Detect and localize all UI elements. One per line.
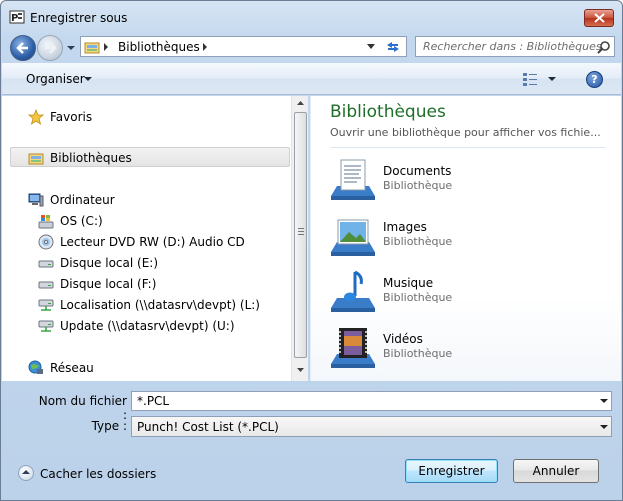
navigation-scrollbar[interactable]	[291, 96, 308, 381]
navigation-pane: Favoris Bibliothèques Ordinateur OS (C:)…	[2, 96, 291, 381]
file-type-value: Punch! Cost List (*.PCL)	[137, 420, 279, 434]
chevron-down-icon[interactable]	[600, 399, 608, 404]
nav-item-drive-c[interactable]: OS (C:)	[38, 212, 288, 230]
scrollbar-thumb[interactable]	[294, 112, 307, 358]
scroll-down-icon[interactable]	[297, 368, 304, 372]
cancel-button[interactable]: Annuler	[513, 459, 599, 483]
star-icon	[28, 109, 44, 125]
library-item-videos[interactable]: Vidéos Bibliothèque	[329, 324, 599, 376]
back-button[interactable]	[10, 35, 36, 61]
videos-library-icon	[331, 328, 375, 368]
search-placeholder: Rechercher dans : Bibliothèques	[423, 40, 602, 53]
library-type: Bibliothèque	[383, 347, 453, 360]
search-input[interactable]: Rechercher dans : Bibliothèques	[415, 36, 615, 57]
network-icon	[28, 360, 43, 374]
library-name: Vidéos	[383, 332, 423, 346]
nav-item-network[interactable]: Réseau	[28, 359, 228, 377]
filename-input[interactable]: *.PCL	[131, 391, 612, 411]
nav-label: Réseau	[50, 361, 94, 375]
nav-label: Lecteur DVD RW (D:) Audio CD	[60, 235, 245, 249]
filename-value: *.PCL	[137, 394, 170, 408]
file-type-select[interactable]: Punch! Cost List (*.PCL)	[131, 416, 612, 437]
library-type: Bibliothèque	[383, 291, 453, 304]
collapse-up-icon	[18, 465, 34, 481]
nav-item-libraries[interactable]: Bibliothèques	[28, 149, 228, 167]
command-toolbar: Organiser ?	[2, 63, 621, 95]
cd-drive-icon	[38, 234, 54, 250]
network-drive-icon	[38, 320, 54, 332]
save-as-dialog: P Enregistrer sous Bibliothèques Recherc…	[0, 0, 623, 501]
nav-label: Localisation (\\datasrv\devpt) (L:)	[60, 298, 260, 312]
nav-label: Disque local (E:)	[60, 256, 159, 270]
nav-item-computer[interactable]: Ordinateur	[28, 191, 228, 209]
library-name: Images	[383, 220, 427, 234]
app-icon: P	[9, 10, 25, 24]
nav-label: Favoris	[50, 110, 93, 124]
nav-item-drive-e[interactable]: Disque local (E:)	[38, 254, 288, 272]
divider	[330, 147, 606, 148]
chevron-down-icon[interactable]	[600, 425, 608, 430]
grip-icon	[298, 228, 304, 235]
library-item-music[interactable]: Musique Bibliothèque	[329, 268, 599, 320]
content-title: Bibliothèques	[330, 102, 446, 122]
file-type-label: Type :	[91, 419, 127, 433]
close-button[interactable]	[584, 9, 614, 27]
libraries-content-pane: Bibliothèques Ouvrir une bibliothèque po…	[310, 96, 621, 381]
refresh-icon[interactable]	[384, 39, 402, 55]
chevron-down-icon[interactable]	[548, 77, 556, 82]
arrow-right-icon	[45, 42, 57, 54]
title-bar: P Enregistrer sous	[1, 1, 622, 33]
history-dropdown-icon[interactable]	[65, 43, 77, 53]
hard-drive-icon	[38, 281, 54, 289]
nav-label: Bibliothèques	[50, 151, 132, 165]
nav-label: Ordinateur	[50, 193, 115, 207]
search-icon[interactable]	[597, 40, 611, 54]
content-subtitle: Ouvrir une bibliothèque pour afficher vo…	[330, 126, 601, 139]
nav-item-drive-f[interactable]: Disque local (F:)	[38, 275, 288, 293]
computer-icon	[28, 193, 44, 207]
nav-item-drive-l[interactable]: Localisation (\\datasrv\devpt) (L:)	[38, 296, 288, 314]
nav-item-favorites[interactable]: Favoris	[28, 108, 228, 126]
svg-text:P: P	[11, 13, 18, 24]
nav-label: OS (C:)	[60, 214, 103, 228]
chevron-right-icon[interactable]	[202, 43, 208, 51]
libraries-folder-icon	[84, 42, 100, 54]
nav-label: Update (\\datasrv\devpt) (U:)	[60, 319, 235, 333]
filename-label: Nom du fichier :	[38, 394, 127, 422]
close-icon	[594, 13, 605, 23]
forward-button[interactable]	[37, 35, 63, 61]
help-button[interactable]: ?	[586, 71, 603, 88]
pictures-library-icon	[331, 219, 375, 256]
libraries-folder-icon	[28, 153, 44, 165]
library-name: Documents	[383, 164, 452, 178]
save-button[interactable]: Enregistrer	[405, 459, 498, 483]
nav-item-drive-d[interactable]: Lecteur DVD RW (D:) Audio CD	[38, 233, 288, 251]
hide-folders-label: Cacher les dossiers	[40, 467, 157, 481]
chevron-down-icon[interactable]	[84, 77, 92, 82]
nav-item-drive-u[interactable]: Update (\\datasrv\devpt) (U:)	[38, 317, 288, 335]
organise-menu[interactable]: Organiser	[26, 72, 85, 86]
library-item-documents[interactable]: Documents Bibliothèque	[329, 156, 599, 208]
chevron-right-icon[interactable]	[103, 43, 109, 51]
breadcrumb-libraries[interactable]: Bibliothèques	[118, 40, 200, 54]
library-type: Bibliothèque	[383, 179, 453, 192]
window-title: Enregistrer sous	[30, 11, 128, 25]
documents-library-icon	[331, 159, 375, 200]
address-dropdown-icon[interactable]	[366, 44, 376, 50]
windows-drive-icon	[38, 215, 54, 229]
nav-label: Disque local (F:)	[60, 277, 157, 291]
library-item-images[interactable]: Images Bibliothèque	[329, 212, 599, 264]
scroll-up-icon[interactable]	[297, 101, 304, 105]
network-drive-icon	[38, 299, 54, 311]
library-type: Bibliothèque	[383, 235, 453, 248]
hard-drive-icon	[38, 260, 54, 268]
view-options-icon[interactable]	[522, 71, 538, 87]
music-library-icon	[331, 270, 375, 312]
address-bar[interactable]: Bibliothèques	[80, 36, 407, 57]
library-name: Musique	[383, 276, 434, 290]
arrow-left-icon	[16, 42, 28, 54]
